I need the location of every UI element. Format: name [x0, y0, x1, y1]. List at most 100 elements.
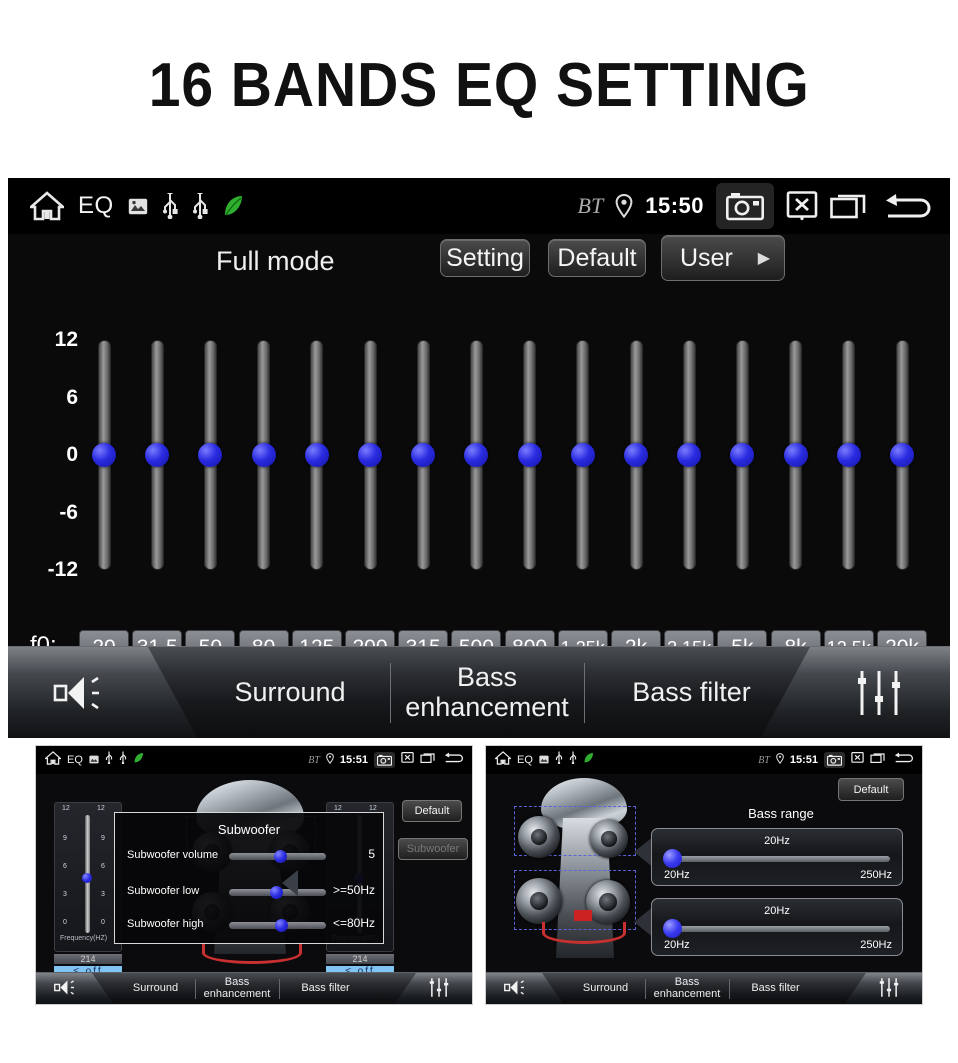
tab-surround[interactable]: Surround [190, 647, 390, 738]
bass-range-1-track[interactable] [668, 856, 890, 862]
speaker-rear-right [586, 880, 630, 924]
eq-band-thumb[interactable] [411, 443, 436, 467]
sub-tab-bass-enhancement[interactable]: Bass enhancement [195, 973, 279, 1004]
eq-band-thumb[interactable] [677, 443, 702, 467]
subwoofer-volume-value: 5 [368, 847, 375, 861]
eq-band-thumb[interactable] [890, 443, 914, 467]
sub-tab-equalizer[interactable] [36, 973, 98, 1004]
subwoofer-low-label: Subwoofer low [127, 885, 200, 897]
sub-tab-levels[interactable] [406, 973, 472, 1004]
sub-left-default-button[interactable]: Default [402, 800, 462, 822]
eq-band-thumb[interactable] [92, 443, 116, 467]
car-trunk-graphic [202, 942, 302, 964]
eq-band-thumb[interactable] [464, 443, 489, 467]
recent-apps-icon[interactable] [420, 751, 436, 769]
default-button[interactable]: Default [548, 239, 646, 277]
bass-range-2-track[interactable] [668, 926, 890, 932]
eq-axis-label: 6 [66, 385, 78, 409]
screen-off-icon[interactable] [851, 751, 864, 769]
mini-eq-r-scale-top-right: 12 [369, 805, 377, 812]
back-icon[interactable] [880, 190, 932, 222]
leaf-icon [583, 751, 594, 769]
bass-range-2-max-label: 250Hz [860, 939, 892, 951]
usb-icon [569, 751, 577, 769]
speaker-icon [503, 977, 531, 1002]
bass-range-2-min-label: 20Hz [664, 939, 690, 951]
eq-band-thumb[interactable] [836, 443, 861, 467]
sub-right-default-button[interactable]: Default [838, 778, 904, 801]
leaf-icon [222, 194, 244, 218]
recent-apps-icon[interactable] [870, 751, 886, 769]
location-pin-icon [615, 194, 633, 218]
setting-button[interactable]: Setting [440, 239, 530, 277]
sub-tab-surround[interactable]: Surround [116, 973, 195, 1004]
home-icon[interactable] [493, 750, 513, 770]
bass-range-slider-1: 20Hz 20Hz 250Hz [651, 828, 903, 886]
usb-icon [105, 751, 113, 769]
eq-band-thumb[interactable] [783, 443, 808, 467]
home-icon[interactable] [43, 750, 63, 770]
sliders-icon [428, 977, 450, 1002]
sub-status-right-group: BT 15:51 [758, 751, 922, 769]
leaf-icon [133, 751, 144, 769]
eq-band-thumb[interactable] [517, 443, 542, 467]
subwoofer-high-thumb[interactable] [275, 919, 288, 932]
screen-off-icon[interactable] [786, 191, 818, 221]
mini-eq-scale-9-right: 9 [101, 835, 105, 842]
sub-screenshot-bass-range: EQ BT 15:51 Default Bass range 20Hz 20Hz… [485, 745, 923, 1005]
eq-band-thumb[interactable] [624, 443, 648, 467]
bass-range-2-thumb[interactable] [663, 919, 682, 938]
mini-eq-scale-3-left: 3 [63, 891, 67, 898]
status-eq-label: EQ [78, 192, 114, 219]
tab-bass-filter[interactable]: Bass filter [584, 647, 799, 738]
gallery-icon [128, 198, 148, 215]
subwoofer-volume-thumb[interactable] [274, 850, 287, 863]
sub-tab-bass-filter[interactable]: Bass filter [279, 973, 372, 1004]
eq-band-thumb[interactable] [198, 443, 223, 467]
back-icon[interactable] [892, 751, 914, 769]
camera-icon[interactable] [716, 183, 774, 229]
eq-band-thumb[interactable] [358, 443, 382, 467]
mini-eq-left-number: 214 [54, 954, 122, 964]
recent-apps-icon[interactable] [830, 191, 868, 221]
sub-left-subwoofer-button[interactable]: Subwoofer [398, 838, 468, 860]
eq-band-thumb[interactable] [251, 443, 276, 467]
sliders-icon [853, 668, 905, 718]
sub-left-body: 12 12 9 9 6 6 3 3 0 0 Frequency(HZ) 214 … [36, 774, 472, 988]
usb-icon [192, 193, 208, 219]
eq-band-thumb[interactable] [730, 443, 755, 467]
sub-tab-equalizer[interactable] [486, 973, 548, 1004]
eq-band-thumb[interactable] [570, 443, 595, 467]
camera-icon[interactable] [374, 752, 395, 768]
tab-bass-enhancement[interactable]: Bass enhancement [390, 647, 584, 738]
bass-range-slider-2: 20Hz 20Hz 250Hz [651, 898, 903, 956]
user-preset-button[interactable]: User ▶ [661, 235, 785, 281]
bass-range-1-thumb[interactable] [663, 849, 682, 868]
tab-equalizer[interactable] [8, 647, 158, 738]
screen-off-icon[interactable] [401, 751, 414, 769]
sub-tab-bass-enhancement[interactable]: Bass enhancement [645, 973, 729, 1004]
mini-eq-slider-thumb[interactable] [82, 873, 92, 883]
eq-band-thumb[interactable] [145, 443, 170, 467]
eq-axis-label: -12 [47, 558, 78, 581]
back-icon[interactable] [442, 751, 464, 769]
status-bar-left-group: EQ [8, 191, 244, 221]
sub-tab-surround[interactable]: Surround [566, 973, 645, 1004]
mini-eq-scale-top-left: 12 [62, 805, 70, 812]
camera-icon[interactable] [824, 752, 845, 768]
sub-tab-bass-filter[interactable]: Bass filter [729, 973, 822, 1004]
location-pin-icon [776, 751, 784, 769]
bluetooth-label: BT [758, 754, 770, 766]
eq-band-thumb[interactable] [304, 443, 329, 467]
speaker-rear-left [516, 878, 562, 924]
tab-levels[interactable] [808, 647, 950, 738]
sub-status-bar: EQ BT 15:51 [36, 746, 472, 774]
bass-range-2-current-value: 20Hz [764, 905, 790, 917]
subwoofer-high-label: Subwoofer high [127, 918, 204, 930]
mini-eq-scale-9-left: 9 [63, 835, 67, 842]
home-icon[interactable] [30, 191, 64, 221]
mini-eq-scale-3-right: 3 [101, 891, 105, 898]
sub-tab-levels[interactable] [856, 973, 922, 1004]
bass-range-title: Bass range [748, 806, 814, 821]
sub-status-left-group: EQ [486, 750, 594, 770]
